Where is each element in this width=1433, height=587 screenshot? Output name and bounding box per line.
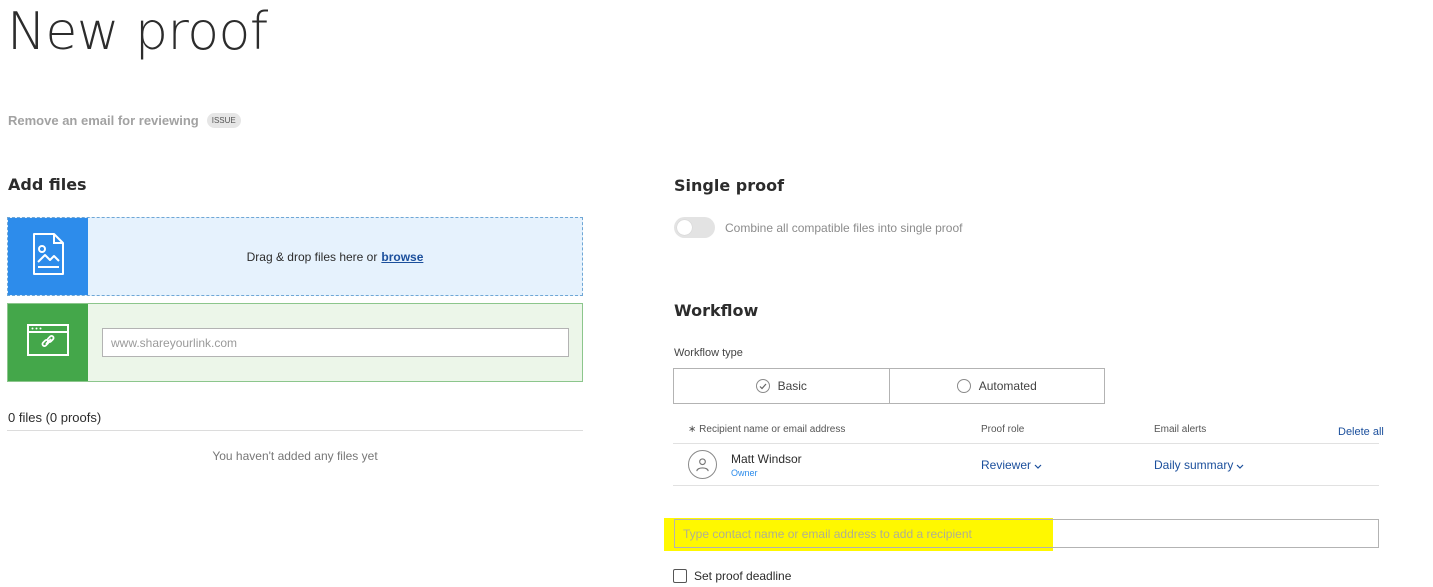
link-share-zone — [7, 303, 583, 382]
browser-link-icon — [26, 323, 70, 362]
user-icon — [688, 450, 717, 479]
radio-empty-icon — [956, 379, 971, 393]
workflow-option-automated[interactable]: Automated — [888, 369, 1105, 403]
page-title: New proof — [7, 2, 268, 62]
proof-role-value: Reviewer — [981, 458, 1032, 472]
workflow-option-basic[interactable]: Basic — [674, 369, 889, 403]
add-files-title: Add files — [8, 175, 87, 194]
single-proof-title: Single proof — [674, 176, 785, 195]
workflow-title: Workflow — [674, 301, 759, 320]
file-tile — [8, 218, 88, 295]
table-header-divider — [673, 443, 1379, 444]
subtitle-text: Remove an email for reviewing — [8, 113, 199, 128]
single-proof-toggle[interactable] — [674, 217, 715, 238]
workflow-option-label: Basic — [777, 379, 807, 393]
file-dropzone[interactable]: Drag & drop files here or browse — [7, 217, 583, 296]
column-header-proof-role: Proof role — [981, 424, 1025, 435]
add-recipient-input[interactable] — [674, 519, 1379, 548]
chevron-down-icon — [1034, 458, 1042, 472]
proof-role-dropdown[interactable]: Reviewer — [981, 458, 1042, 472]
file-image-icon — [30, 232, 66, 281]
dropzone-text: Drag & drop files here or browse — [88, 218, 582, 295]
link-tile — [8, 304, 88, 381]
browse-link[interactable]: browse — [381, 250, 423, 264]
table-row-divider — [673, 485, 1379, 486]
files-divider — [7, 430, 583, 431]
proof-deadline-option: Set proof deadline — [673, 569, 791, 583]
chevron-down-icon — [1236, 458, 1244, 472]
column-header-email-alerts: Email alerts — [1154, 424, 1207, 435]
drop-instruction: Drag & drop files here or — [246, 249, 378, 264]
proof-subtitle: Remove an email for reviewing ISSUE — [8, 113, 241, 128]
delete-all-button[interactable]: Delete all — [1338, 426, 1384, 438]
files-count: 0 files (0 proofs) — [8, 410, 102, 425]
empty-files-message: You haven't added any files yet — [212, 449, 378, 463]
recipient-name: Matt Windsor — [731, 452, 802, 466]
proof-deadline-checkbox[interactable] — [673, 569, 687, 583]
single-proof-toggle-label: Combine all compatible files into single… — [725, 221, 963, 235]
workflow-type-selector: Basic Automated — [673, 368, 1105, 404]
proof-deadline-label: Set proof deadline — [694, 569, 792, 583]
workflow-type-label: Workflow type — [674, 347, 743, 359]
email-alerts-dropdown[interactable]: Daily summary — [1154, 458, 1244, 472]
share-link-input[interactable] — [102, 328, 569, 357]
email-alerts-value: Daily summary — [1154, 458, 1234, 472]
check-icon — [755, 379, 770, 393]
recipient-owner-tag: Owner — [731, 468, 758, 478]
issue-badge: ISSUE — [206, 113, 241, 128]
column-header-recipient: ∗ Recipient name or email address — [688, 424, 846, 435]
workflow-option-label: Automated — [978, 379, 1037, 393]
toggle-knob — [677, 220, 692, 235]
